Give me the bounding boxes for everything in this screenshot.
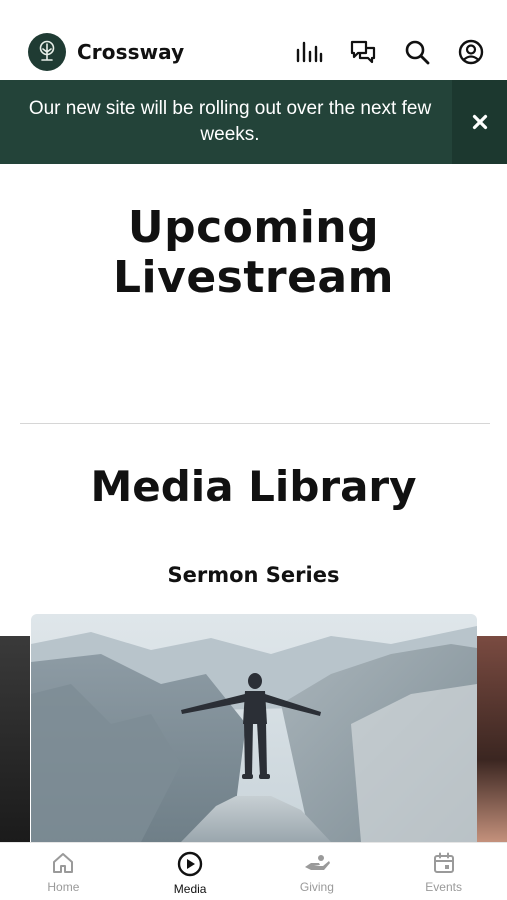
sermon-series-heading: Sermon Series — [167, 563, 340, 587]
tab-media[interactable]: Media — [127, 843, 254, 900]
chat-icon[interactable] — [345, 34, 381, 70]
close-icon[interactable] — [472, 114, 488, 130]
brand-name: Crossway — [77, 40, 185, 64]
tab-giving[interactable]: Giving — [254, 843, 381, 900]
crossway-logo[interactable] — [28, 33, 66, 71]
app-header: Crossway — [0, 24, 507, 80]
tab-home[interactable]: Home — [0, 843, 127, 900]
bottom-tab-bar: Home Media Giving Events — [0, 842, 507, 900]
tree-logo-icon — [39, 40, 55, 61]
equalizer-icon[interactable] — [291, 34, 327, 70]
tab-label-events: Events — [425, 880, 462, 894]
section-divider — [20, 423, 490, 424]
sermon-series-carousel[interactable] — [0, 614, 507, 842]
search-icon[interactable] — [399, 34, 435, 70]
tab-events[interactable]: Events — [380, 843, 507, 900]
series-card-current[interactable] — [31, 614, 477, 842]
banner-close-button[interactable] — [452, 80, 507, 164]
status-bar — [0, 0, 507, 24]
series-card-previous[interactable] — [0, 636, 30, 842]
calendar-icon — [433, 852, 454, 873]
tab-label-home: Home — [47, 880, 80, 894]
tab-label-media: Media — [173, 882, 207, 896]
home-icon — [53, 853, 74, 873]
upcoming-livestream-heading: Upcoming Livestream — [113, 202, 394, 303]
series-artwork-image — [31, 614, 477, 842]
series-card-next[interactable] — [477, 636, 507, 842]
account-icon[interactable] — [453, 34, 489, 70]
play-circle-icon — [177, 851, 203, 877]
giving-hand-icon — [304, 855, 330, 870]
banner-message: Our new site will be rolling out over th… — [28, 98, 432, 145]
announcement-banner: Our new site will be rolling out over th… — [0, 80, 507, 164]
tab-label-giving: Giving — [299, 880, 334, 894]
media-library-heading: Media Library — [90, 462, 417, 511]
header-actions — [291, 34, 489, 70]
